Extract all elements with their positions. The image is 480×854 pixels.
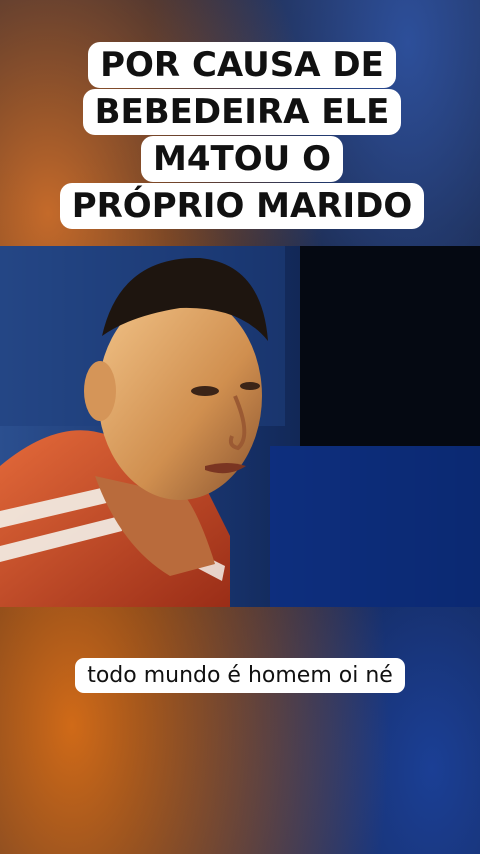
video-frame-image	[0, 246, 480, 607]
subtitle-caption: todo mundo é homem oi né	[60, 656, 420, 696]
eye	[191, 386, 219, 396]
dark-corner	[300, 246, 480, 446]
subtitle-text: todo mundo é homem oi né	[75, 658, 405, 693]
blue-light-area	[270, 446, 480, 607]
ear	[84, 361, 116, 421]
eye	[240, 382, 260, 390]
video-frame[interactable]	[0, 246, 480, 607]
headline-text: POR CAUSA DE BEBEDEIRA ELE M4TOU O PRÓPR…	[59, 42, 425, 229]
headline-block: POR CAUSA DE BEBEDEIRA ELE M4TOU O PRÓPR…	[59, 42, 425, 230]
